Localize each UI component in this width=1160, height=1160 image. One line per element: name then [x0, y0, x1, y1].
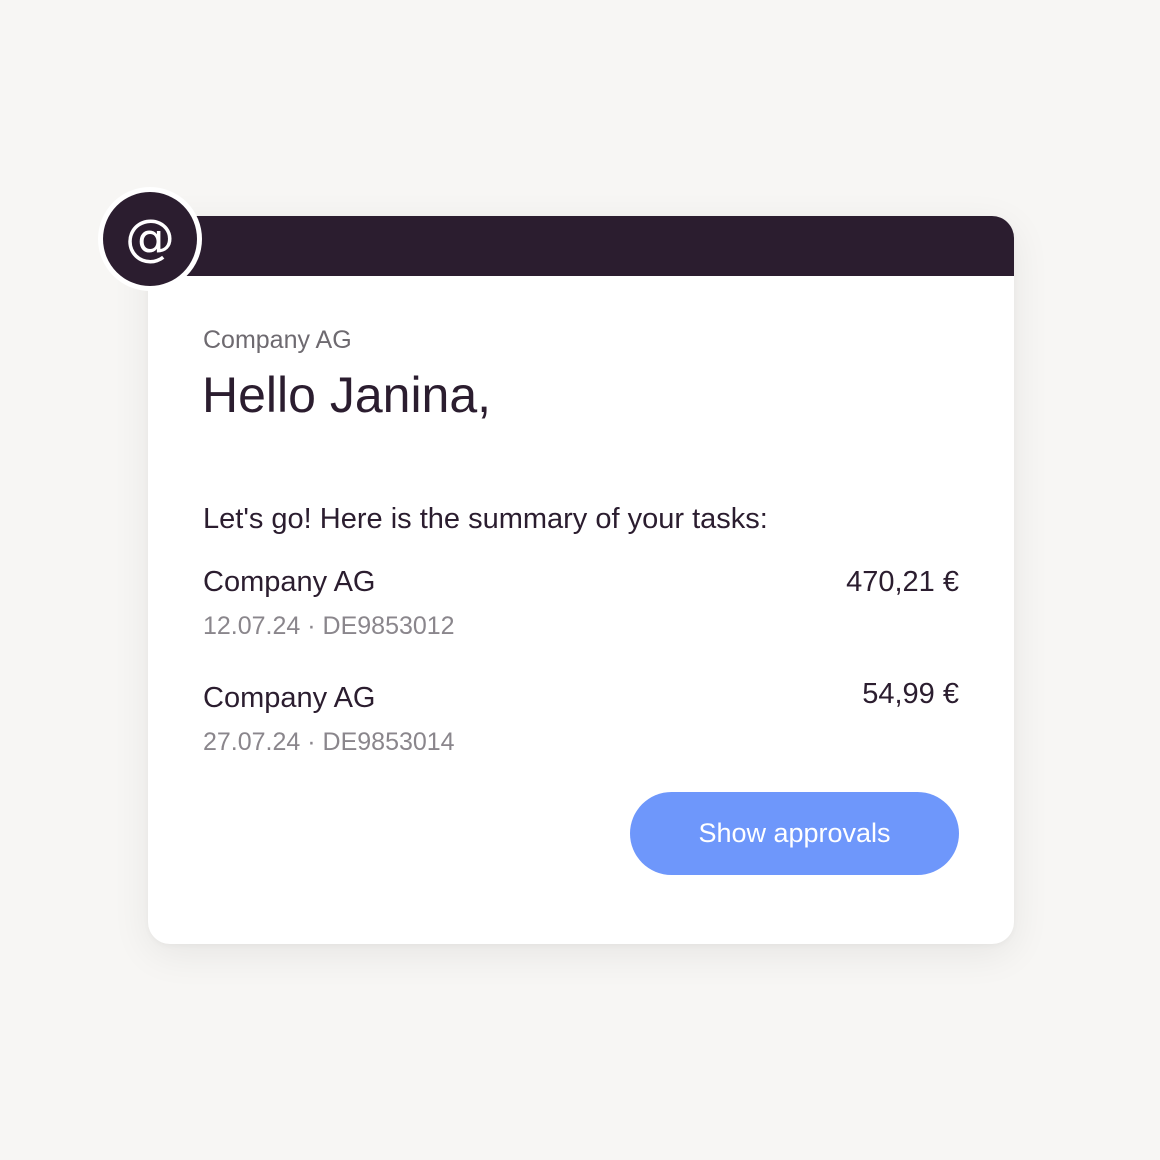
card-header-bar — [148, 216, 1014, 276]
task-meta: 12.07.24 · DE9853012 — [203, 612, 455, 640]
intro-text: Let's go! Here is the summary of your ta… — [203, 503, 768, 535]
task-amount: 54,99 € — [862, 678, 959, 710]
task-company: Company AG — [203, 682, 376, 714]
greeting-heading: Hello Janina, — [202, 367, 492, 423]
sender-name: Company AG — [203, 326, 352, 354]
task-company: Company AG — [203, 566, 376, 598]
task-meta: 27.07.24 · DE9853014 — [203, 728, 455, 756]
task-row: Company AG 12.07.24 · DE9853012 470,21 € — [203, 566, 959, 656]
at-sign-icon: @ — [103, 192, 197, 286]
task-amount: 470,21 € — [846, 566, 959, 598]
show-approvals-button[interactable]: Show approvals — [630, 792, 959, 875]
email-card: Company AG Hello Janina, Let's go! Here … — [148, 216, 1014, 944]
task-row: Company AG 27.07.24 · DE9853014 54,99 € — [203, 678, 959, 772]
email-badge: @ — [98, 187, 202, 291]
